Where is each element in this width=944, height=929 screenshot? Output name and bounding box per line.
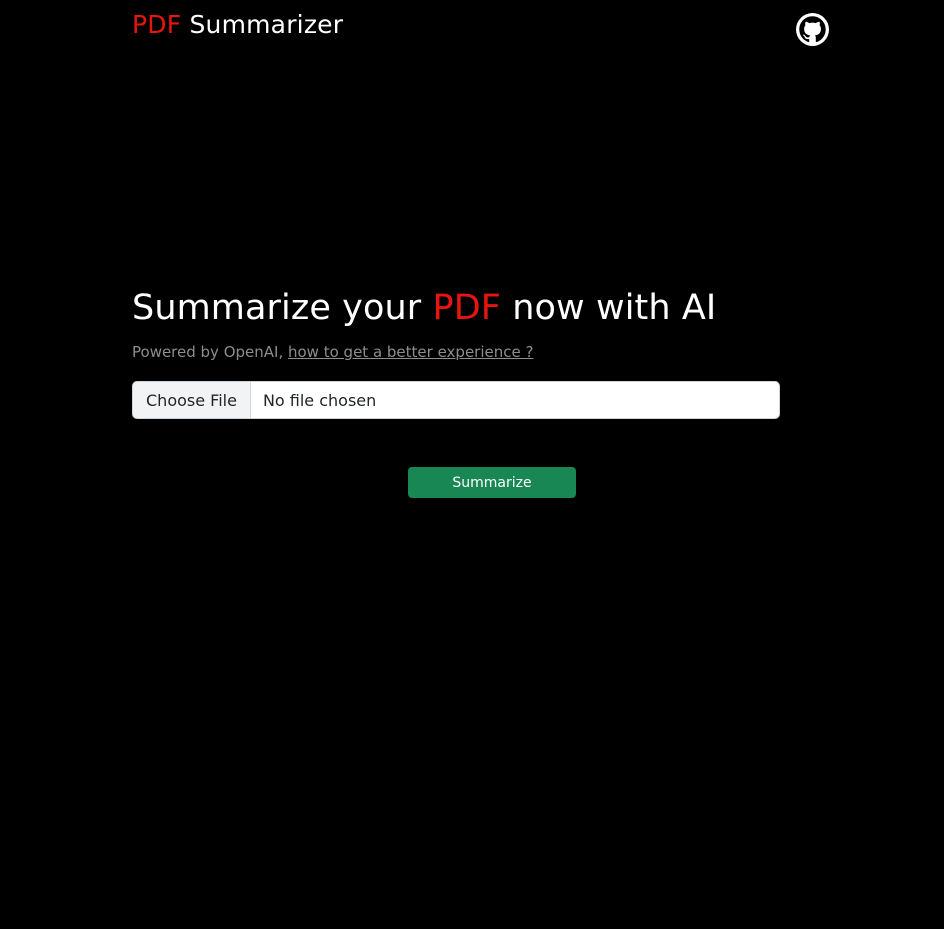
title-accent: PDF	[432, 288, 502, 328]
brand-logo[interactable]: PDF Summarizer	[132, 10, 343, 39]
pdf-file-input[interactable]: Choose File No file chosen	[132, 381, 780, 419]
summarize-button[interactable]: Summarize	[408, 467, 576, 498]
title-part-1: Summarize your	[132, 288, 433, 328]
brand-name: Summarizer	[181, 10, 344, 39]
help-link[interactable]: how to get a better experience ?	[288, 343, 533, 361]
subtitle-text: Powered by OpenAI,	[132, 343, 288, 361]
top-navbar: PDF Summarizer	[0, 0, 944, 60]
brand-accent: PDF	[132, 10, 182, 39]
choose-file-button[interactable]: Choose File	[133, 382, 251, 418]
github-link[interactable]	[796, 13, 829, 46]
file-status-text: No file chosen	[262, 390, 377, 410]
subtitle: Powered by OpenAI, how to get a better e…	[132, 343, 533, 361]
page-title: Summarize your PDF now with AI	[132, 288, 716, 328]
title-part-2: now with AI	[501, 288, 717, 328]
github-icon	[796, 13, 829, 46]
